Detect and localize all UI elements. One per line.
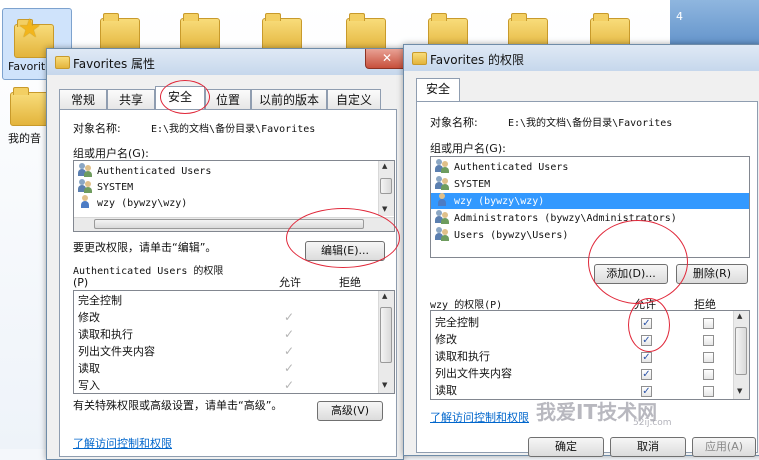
special-permissions-hint: 有关特殊权限或高级设置，请单击“高级”。 bbox=[73, 399, 283, 412]
deny-checkbox[interactable] bbox=[703, 352, 714, 363]
music-folder-label: 我的音 bbox=[8, 132, 41, 145]
properties-title: Favorites 属性 bbox=[73, 57, 156, 71]
group-label: 组或用户名(G): bbox=[430, 142, 506, 155]
scroll-down-icon[interactable]: ▼ bbox=[382, 381, 387, 389]
permission-row: 写入 bbox=[78, 379, 100, 392]
watermark-sub: 52ij.com bbox=[633, 418, 672, 428]
user-listbox[interactable]: Authenticated Users SYSTEM wzy (bywzy\wz… bbox=[430, 156, 750, 258]
deny-checkbox[interactable] bbox=[703, 369, 714, 380]
permission-list: 完全控制 修改 读取和执行 列出文件夹内容 读取 ✓ ✓ ✓ ✓ ✓ ▲ ▼ bbox=[430, 310, 750, 400]
permission-title: Authenticated Users 的权限 bbox=[73, 266, 224, 277]
folder-icon[interactable] bbox=[262, 13, 302, 52]
allow-checkbox[interactable]: ✓ bbox=[641, 352, 652, 363]
tab-previous-versions[interactable]: 以前的版本 bbox=[251, 89, 327, 109]
folder-icon bbox=[55, 56, 70, 69]
music-folder-icon[interactable] bbox=[10, 87, 50, 126]
permission-row: 读取和执行 bbox=[78, 328, 133, 341]
allow-check-icon: ✓ bbox=[284, 378, 295, 392]
permission-list: 完全控制 修改 读取和执行 列出文件夹内容 读取 写入 ✓ ✓ ✓ ✓ ✓ ▲ … bbox=[73, 290, 395, 394]
permission-row: 完全控制 bbox=[78, 294, 122, 307]
scroll-down-icon[interactable]: ▼ bbox=[382, 205, 387, 213]
deny-column-header: 拒绝 bbox=[339, 276, 361, 289]
permission-row: 修改 bbox=[435, 333, 457, 346]
permission-row: 读取和执行 bbox=[435, 350, 490, 363]
permission-row: 修改 bbox=[78, 311, 100, 324]
list-item[interactable]: SYSTEM bbox=[78, 179, 133, 195]
permissions-titlebar[interactable]: Favorites 的权限 bbox=[404, 45, 759, 71]
single-user-icon bbox=[78, 195, 94, 209]
tab-customize[interactable]: 自定义 bbox=[327, 89, 381, 109]
group-label: 组或用户名(G): bbox=[73, 147, 149, 160]
folder-icon bbox=[412, 52, 427, 65]
allow-column-header: 允许 bbox=[279, 276, 301, 289]
badge-number: 4 bbox=[676, 10, 683, 23]
single-user-icon bbox=[435, 193, 451, 207]
deny-checkbox[interactable] bbox=[703, 335, 714, 346]
permission-title: wzy 的权限(P) bbox=[430, 300, 503, 311]
tab-location[interactable]: 位置 bbox=[205, 89, 251, 109]
permissions-dialog: Favorites 的权限 安全 对象名称: E:\我的文档\备份目录\Favo… bbox=[403, 44, 759, 457]
tab-general[interactable]: 常规 bbox=[59, 89, 107, 109]
user-list-vscroll[interactable]: ▲ ▼ bbox=[378, 161, 394, 216]
group-user-icon bbox=[435, 210, 451, 224]
list-item[interactable]: wzy (bywzy\wzy) bbox=[78, 195, 187, 211]
cancel-button[interactable]: 取消 bbox=[610, 437, 686, 457]
allow-check-icon: ✓ bbox=[284, 327, 295, 341]
permission-row: 列出文件夹内容 bbox=[435, 367, 512, 380]
permission-row: 完全控制 bbox=[435, 316, 479, 329]
group-user-icon bbox=[435, 176, 451, 190]
permission-row: 列出文件夹内容 bbox=[78, 345, 155, 358]
folder-icon[interactable] bbox=[346, 13, 386, 52]
permission-vscroll[interactable]: ▲ ▼ bbox=[733, 311, 749, 399]
list-item[interactable]: Authenticated Users bbox=[435, 159, 568, 175]
allow-check-icon: ✓ bbox=[284, 344, 295, 358]
list-item-selected[interactable]: wzy (bywzy\wzy) bbox=[431, 193, 749, 209]
apply-button[interactable]: 应用(A) bbox=[692, 437, 756, 457]
scroll-thumb[interactable] bbox=[380, 178, 392, 194]
group-user-icon bbox=[435, 159, 451, 173]
permission-vscroll[interactable]: ▲ ▼ bbox=[378, 291, 394, 393]
tab-security[interactable]: 安全 bbox=[416, 78, 460, 101]
permission-sub: (P) bbox=[73, 276, 89, 289]
deny-checkbox[interactable] bbox=[703, 318, 714, 329]
permissions-title: Favorites 的权限 bbox=[430, 53, 525, 67]
allow-checkbox[interactable]: ✓ bbox=[641, 369, 652, 380]
object-name-label: 对象名称: bbox=[430, 116, 478, 129]
group-user-icon bbox=[435, 227, 451, 241]
permission-row: 读取 bbox=[435, 384, 457, 397]
list-item[interactable]: Authenticated Users bbox=[78, 163, 211, 179]
properties-titlebar[interactable]: Favorites 属性 ✕ bbox=[47, 49, 409, 75]
object-name-value: E:\我的文档\备份目录\Favorites bbox=[151, 124, 316, 135]
star-icon: ★ bbox=[18, 14, 42, 44]
tab-sharing[interactable]: 共享 bbox=[107, 89, 155, 109]
annotation-circle-security-tab bbox=[160, 80, 210, 114]
scroll-thumb[interactable] bbox=[380, 307, 392, 363]
group-user-icon bbox=[78, 179, 94, 193]
access-control-link[interactable]: 了解访问控制和权限 bbox=[430, 409, 529, 425]
allow-check-icon: ✓ bbox=[284, 361, 295, 375]
group-user-icon bbox=[78, 163, 94, 177]
change-hint: 要更改权限，请单击“编辑”。 bbox=[73, 241, 217, 254]
scroll-up-icon[interactable]: ▲ bbox=[737, 312, 742, 320]
object-name-label: 对象名称: bbox=[73, 122, 121, 135]
scroll-up-icon[interactable]: ▲ bbox=[382, 292, 387, 300]
list-item[interactable]: Users (bywzy\Users) bbox=[435, 227, 568, 243]
allow-check-icon: ✓ bbox=[284, 310, 295, 324]
annotation-circle-add-button bbox=[588, 220, 688, 304]
scroll-down-icon[interactable]: ▼ bbox=[737, 387, 742, 395]
annotation-circle-edit-button bbox=[286, 208, 400, 268]
annotation-circle-allow-checks bbox=[628, 298, 670, 352]
ok-button[interactable]: 确定 bbox=[528, 437, 604, 457]
scroll-thumb[interactable] bbox=[735, 327, 747, 375]
folder-icon[interactable] bbox=[180, 13, 220, 52]
folder-icon[interactable] bbox=[100, 13, 140, 52]
permission-row: 读取 bbox=[78, 362, 100, 375]
deny-checkbox[interactable] bbox=[703, 386, 714, 397]
advanced-button[interactable]: 高级(V) bbox=[317, 401, 383, 421]
scroll-up-icon[interactable]: ▲ bbox=[382, 162, 387, 170]
list-item[interactable]: SYSTEM bbox=[435, 176, 490, 192]
object-name-value: E:\我的文档\备份目录\Favorites bbox=[508, 118, 673, 129]
